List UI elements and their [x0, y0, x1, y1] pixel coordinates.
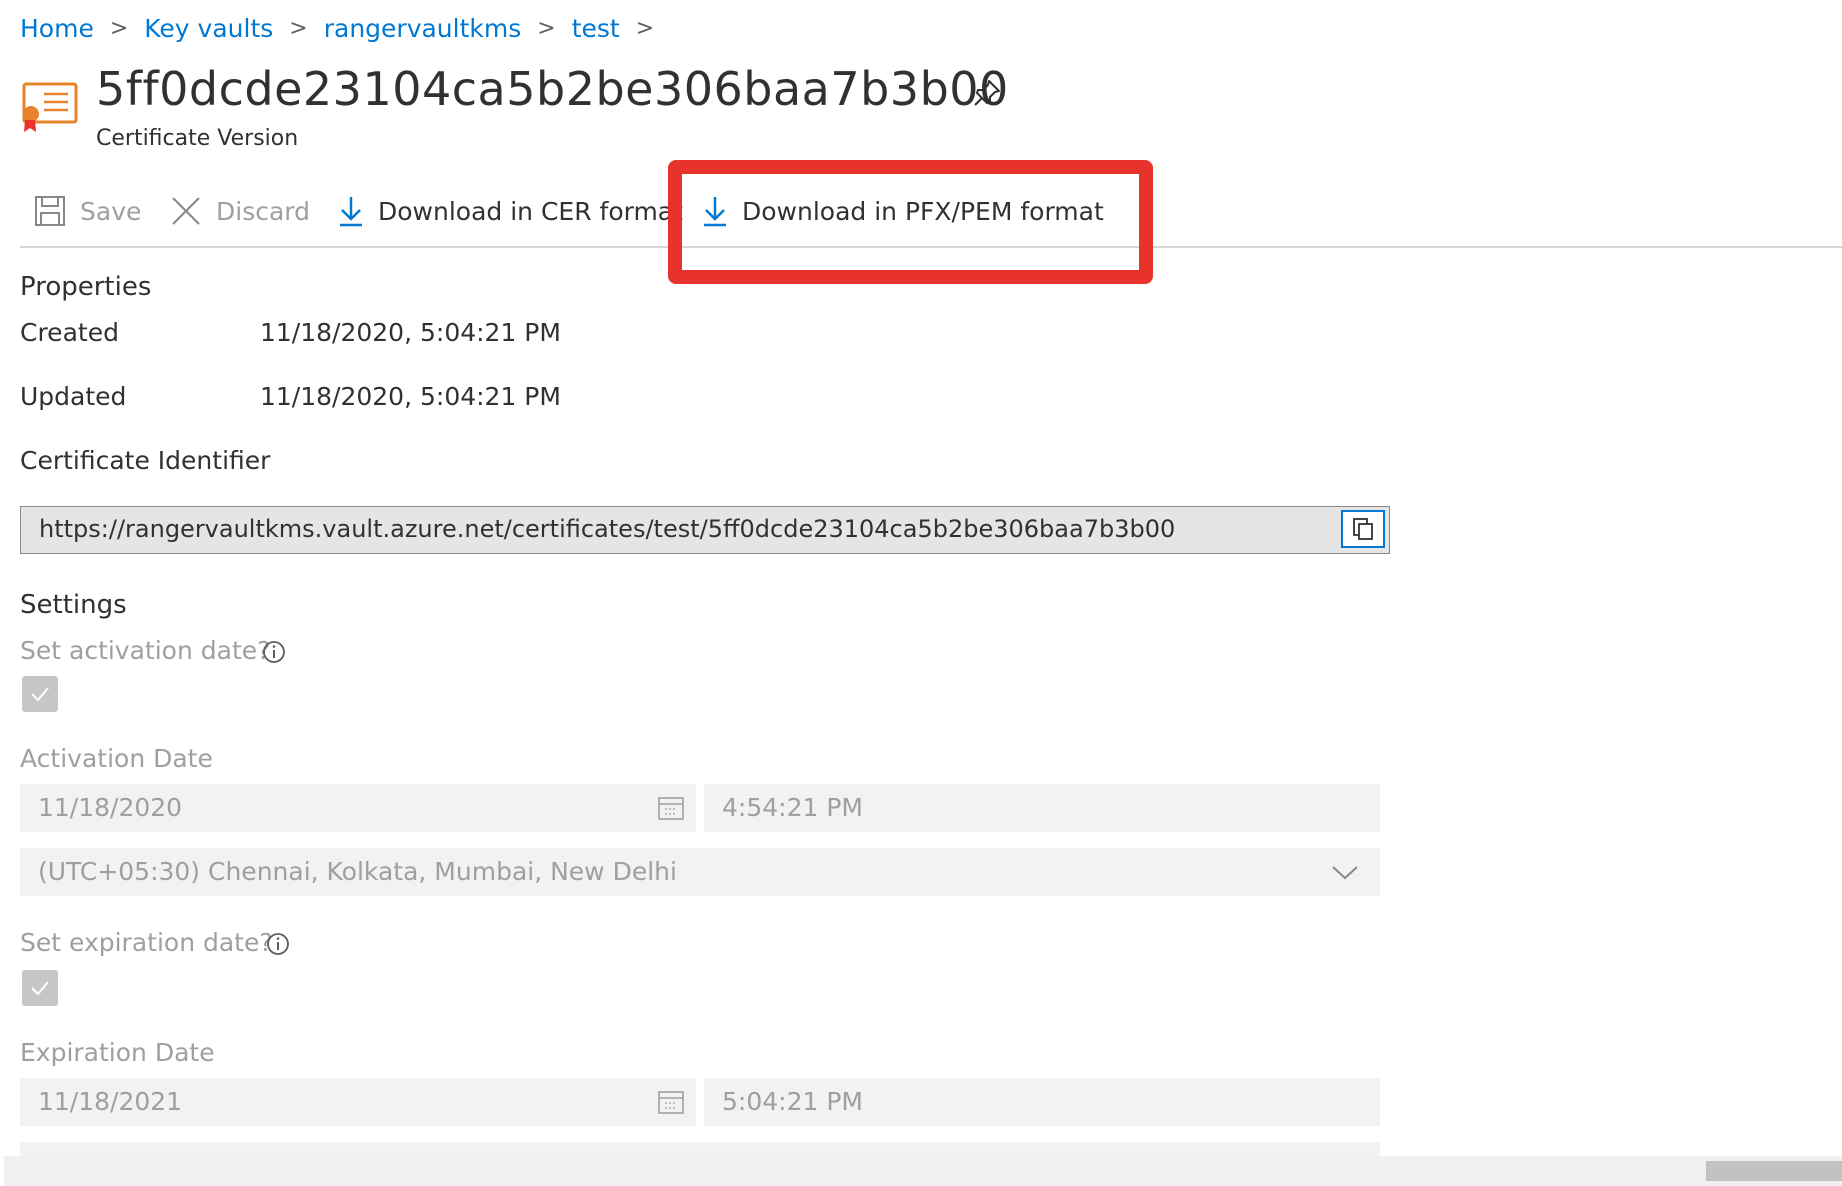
calendar-icon[interactable]: [658, 796, 684, 820]
info-icon[interactable]: [266, 932, 290, 956]
highlight-annotation-box: [668, 160, 1153, 284]
set-expiration-date-label: Set expiration date?: [20, 928, 273, 957]
save-button[interactable]: Save: [34, 186, 141, 236]
checkmark-icon: [31, 687, 49, 702]
updated-value: 11/18/2020, 5:04:21 PM: [260, 382, 561, 411]
certificate-identifier-field[interactable]: https://rangervaultkms.vault.azure.net/c…: [20, 506, 1390, 554]
activation-time-input[interactable]: 4:54:21 PM: [704, 784, 1380, 832]
set-activation-date-label: Set activation date?: [20, 636, 271, 665]
created-label: Created: [20, 318, 119, 347]
properties-heading: Properties: [20, 272, 152, 302]
save-label: Save: [80, 196, 142, 226]
chevron-right-icon: >: [537, 15, 556, 41]
timezone-value: (UTC+05:30) Chennai, Kolkata, Mumbai, Ne…: [38, 857, 677, 886]
scrollbar-thumb[interactable]: [1706, 1161, 1842, 1181]
breadcrumb-vault[interactable]: rangervaultkms: [324, 14, 522, 43]
certificate-icon: [22, 82, 78, 132]
activation-time-value: 4:54:21 PM: [722, 793, 863, 822]
activation-date-input[interactable]: 11/18/2020: [20, 784, 696, 832]
copy-button[interactable]: [1341, 510, 1385, 548]
expiration-timezone-dropdown[interactable]: [20, 1142, 1380, 1156]
breadcrumb: Home > Key vaults > rangervaultkms > tes…: [20, 10, 670, 46]
discard-label: Discard: [216, 196, 310, 226]
download-icon: [340, 197, 362, 227]
copy-icon: [1353, 518, 1373, 540]
breadcrumb-key-vaults[interactable]: Key vaults: [144, 14, 273, 43]
expiration-time-input[interactable]: 5:04:21 PM: [704, 1078, 1380, 1126]
chevron-right-icon: >: [289, 15, 308, 41]
activation-date-label: Activation Date: [20, 744, 213, 773]
close-icon: [172, 197, 200, 225]
pin-icon[interactable]: [972, 78, 1002, 108]
expiration-date-input[interactable]: 11/18/2021: [20, 1078, 696, 1126]
chevron-down-icon: [1332, 866, 1358, 880]
checkmark-icon: [31, 981, 49, 996]
created-value: 11/18/2020, 5:04:21 PM: [260, 318, 561, 347]
certificate-identifier-value: https://rangervaultkms.vault.azure.net/c…: [39, 515, 1176, 543]
expiration-time-value: 5:04:21 PM: [722, 1087, 863, 1116]
chevron-right-icon: >: [635, 15, 655, 41]
chevron-right-icon: >: [109, 15, 129, 41]
expiration-date-checkbox[interactable]: [22, 970, 58, 1006]
breadcrumb-certificate[interactable]: test: [572, 14, 620, 43]
expiration-date-label: Expiration Date: [20, 1038, 215, 1067]
certificate-identifier-label: Certificate Identifier: [20, 446, 271, 475]
download-cer-label: Download in CER format: [378, 196, 683, 226]
settings-heading: Settings: [20, 590, 127, 620]
timezone-dropdown[interactable]: (UTC+05:30) Chennai, Kolkata, Mumbai, Ne…: [20, 848, 1380, 896]
discard-button[interactable]: Discard: [170, 186, 310, 236]
activation-date-value: 11/18/2020: [38, 793, 183, 822]
updated-label: Updated: [20, 382, 127, 411]
download-cer-button[interactable]: Download in CER format: [338, 186, 683, 236]
horizontal-scrollbar[interactable]: [4, 1156, 1842, 1186]
page-title: 5ff0dcde23104ca5b2be306baa7b3b00: [96, 62, 1009, 116]
breadcrumb-home[interactable]: Home: [20, 14, 94, 43]
activation-date-checkbox[interactable]: [22, 676, 58, 712]
page-subtitle: Certificate Version: [96, 126, 299, 151]
expiration-date-value: 11/18/2021: [38, 1087, 183, 1116]
save-icon: [35, 196, 65, 226]
calendar-icon[interactable]: [658, 1090, 684, 1114]
info-icon[interactable]: [262, 640, 286, 664]
